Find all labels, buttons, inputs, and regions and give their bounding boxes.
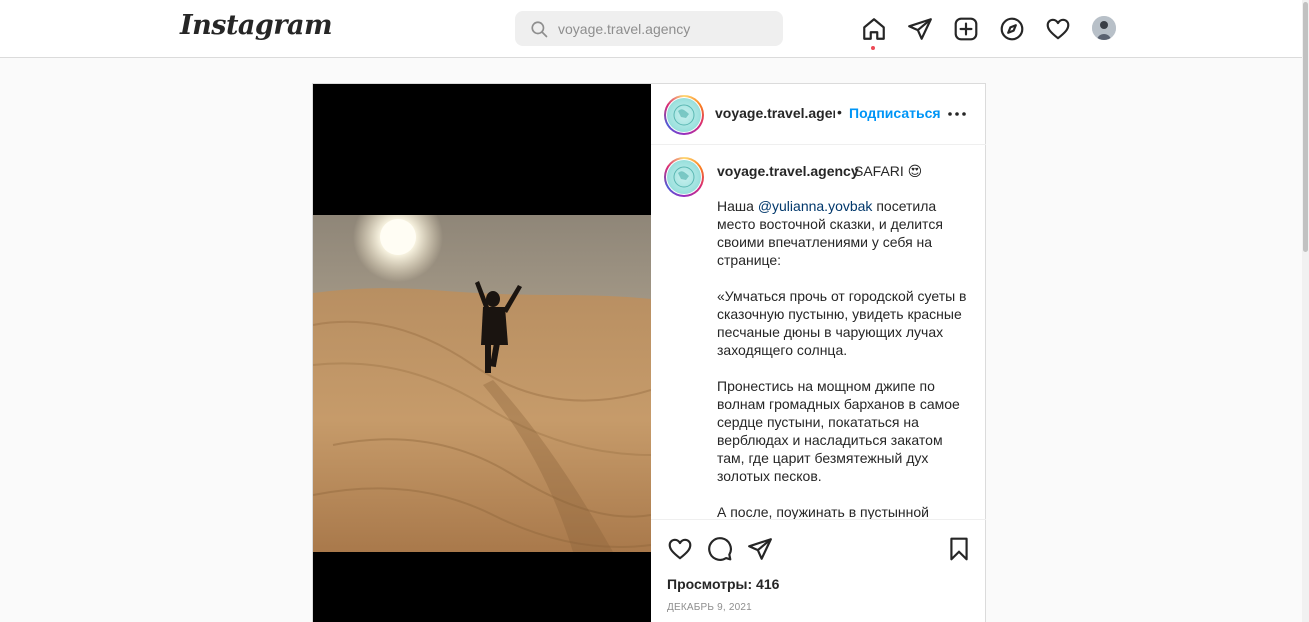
post-actions: Просмотры: 416 ДЕКАБРЬ 9, 2021 — [651, 519, 986, 622]
profile-avatar[interactable] — [1092, 16, 1116, 40]
search-input[interactable] — [558, 11, 773, 46]
mention-link[interactable]: @yulianna.yovbak — [758, 198, 873, 214]
post-author-username[interactable]: voyage.travel.agency — [715, 105, 835, 121]
like-heart-icon[interactable] — [667, 536, 693, 562]
globe-icon — [667, 160, 701, 194]
caption-paragraph-4: А после, поужинать в пустынной — [717, 504, 929, 519]
new-post-icon[interactable] — [953, 16, 979, 42]
page-scrollbar-thumb[interactable] — [1303, 2, 1308, 252]
more-options-icon[interactable] — [947, 104, 967, 124]
follow-button[interactable]: Подписаться — [849, 105, 941, 121]
comment-icon[interactable] — [707, 536, 733, 562]
post-media[interactable] — [313, 84, 651, 622]
notification-dot — [871, 46, 875, 50]
post-photo — [313, 215, 651, 552]
post-date[interactable]: ДЕКАБРЬ 9, 2021 — [667, 602, 752, 613]
caption-username[interactable]: voyage.travel.agency — [717, 163, 859, 179]
separator-dot: • — [837, 104, 842, 120]
caption-paragraph-1: Наша @yulianna.yovbak посетила место вос… — [717, 198, 943, 268]
caption-scroll-area[interactable]: voyage.travel.agency SAFARI 😍 Наша @yuli… — [651, 146, 986, 519]
search-icon — [531, 21, 548, 38]
save-bookmark-icon[interactable] — [946, 536, 972, 562]
caption-headline: SAFARI 😍 — [854, 163, 923, 179]
caption-paragraph-3: Пронестись на мощном джипе по волнам гро… — [717, 378, 960, 484]
post-sidebar: voyage.travel.agency • Подписаться voya — [651, 84, 986, 622]
explore-icon[interactable] — [999, 16, 1025, 42]
share-icon[interactable] — [747, 536, 773, 562]
search-box[interactable] — [515, 11, 783, 46]
post-header: voyage.travel.agency • Подписаться — [651, 84, 986, 145]
top-navigation-bar: Instagram — [0, 0, 1302, 58]
direct-message-icon[interactable] — [907, 16, 933, 42]
views-count[interactable]: Просмотры: 416 — [667, 576, 779, 592]
post-card: voyage.travel.agency • Подписаться voya — [312, 83, 986, 622]
caption-author-avatar[interactable] — [664, 157, 704, 197]
globe-icon — [667, 98, 701, 132]
post-author-avatar[interactable] — [664, 95, 704, 135]
instagram-logo[interactable]: Instagram — [180, 10, 333, 41]
home-icon[interactable] — [861, 16, 887, 42]
caption-body: Наша @yulianna.yovbak посетила место вос… — [717, 197, 967, 519]
caption-paragraph-2: «Умчаться прочь от городской суеты в ска… — [717, 288, 967, 358]
activity-heart-icon[interactable] — [1045, 16, 1071, 42]
